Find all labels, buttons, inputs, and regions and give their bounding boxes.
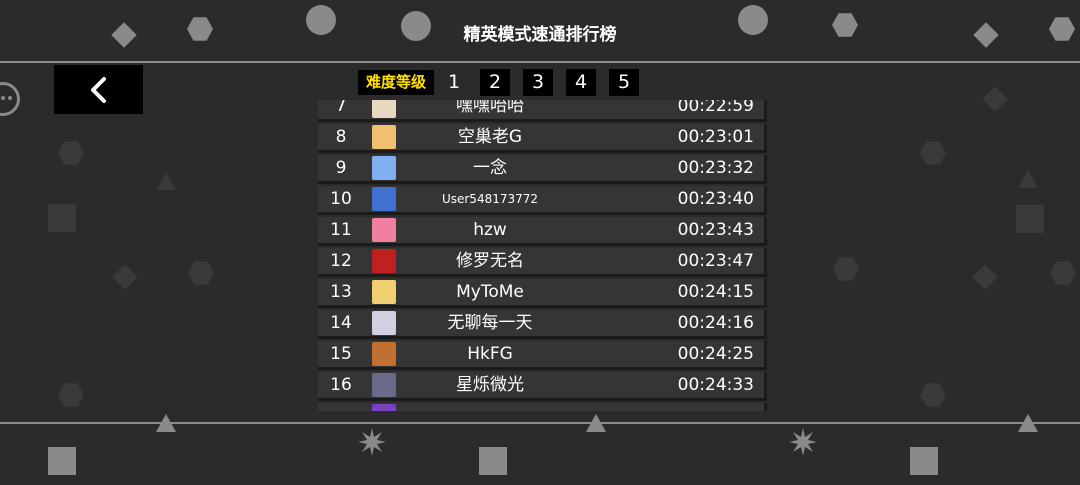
clear-time: 00:23:01 [677, 127, 754, 147]
rank: 9 [335, 158, 347, 178]
decor-hexagon [920, 141, 946, 165]
decor-star [789, 428, 817, 456]
avatar [372, 249, 396, 273]
decor-diamond [982, 86, 1008, 112]
avatar [372, 311, 396, 335]
decor-square [910, 447, 938, 475]
avatar [372, 280, 396, 304]
level-tab-2[interactable]: 2 [480, 69, 510, 96]
player-name: 空巢老G [457, 127, 523, 147]
player-name: HkFG [467, 344, 513, 364]
leaderboard-row: 10 User548173772 00:23:40 [318, 186, 767, 215]
leaderboard-row [318, 403, 767, 411]
decor-triangle [1018, 170, 1038, 188]
leaderboard-row: 14 无聊每一天 00:24:16 [318, 310, 767, 339]
decor-triangle [156, 414, 176, 432]
level-tab-3[interactable]: 3 [523, 69, 553, 96]
clear-time: 00:23:47 [677, 251, 754, 271]
level-tab-1[interactable]: 1 [439, 69, 469, 96]
clear-time: 00:24:16 [677, 313, 754, 333]
leaderboard-row: 16 星烁微光 00:24:33 [318, 372, 767, 401]
rank: 8 [335, 127, 347, 147]
avatar [372, 187, 396, 211]
clear-time: 00:23:40 [677, 189, 754, 209]
decor-square [48, 447, 76, 475]
leaderboard-row: 7 嘿嘿咍咍 00:22:59 [318, 100, 767, 122]
avatar [372, 156, 396, 180]
chat-bubble-icon[interactable] [0, 82, 20, 116]
decor-star [358, 428, 386, 456]
decor-hexagon [58, 141, 84, 165]
rank: 12 [330, 251, 352, 271]
rank: 14 [330, 313, 352, 333]
rank: 15 [330, 344, 352, 364]
decor-hexagon [58, 383, 84, 407]
page-title: 精英模式速通排行榜 [463, 25, 617, 45]
decor-square [479, 447, 507, 475]
decor-hexagon [920, 383, 946, 407]
leaderboard-row: 13 MyToMe 00:24:15 [318, 279, 767, 308]
level-tab-4[interactable]: 4 [566, 69, 596, 96]
avatar [372, 404, 396, 411]
leaderboard-row: 15 HkFG 00:24:25 [318, 341, 767, 370]
player-name: hzw [473, 220, 507, 240]
rank: 16 [330, 375, 352, 395]
decor-triangle [1018, 414, 1038, 432]
leaderboard-row: 8 空巢老G 00:23:01 [318, 124, 767, 153]
chevron-left-icon [90, 76, 106, 103]
rank: 11 [330, 220, 352, 240]
clear-time: 00:23:32 [677, 158, 754, 178]
decor-square [1016, 205, 1044, 233]
decor-hexagon [1050, 261, 1076, 285]
decor-triangle [156, 172, 176, 190]
leaderboard-row: 11 hzw 00:23:43 [318, 217, 767, 246]
player-name: MyToMe [456, 282, 524, 302]
clear-time: 00:24:33 [677, 375, 754, 395]
player-name: 嘿嘿咍咍 [456, 100, 524, 116]
decor-diamond [972, 264, 998, 290]
level-tab-5[interactable]: 5 [609, 69, 639, 96]
player-name: User548173772 [441, 192, 539, 206]
player-name: 修罗无名 [456, 251, 524, 271]
difficulty-label: 难度等级 [358, 70, 434, 95]
clear-time: 00:23:43 [677, 220, 754, 240]
player-name: 无聊每一天 [447, 313, 533, 333]
rank: 10 [330, 189, 352, 209]
avatar [372, 373, 396, 397]
decor-hexagon [188, 261, 214, 285]
player-name: 星烁微光 [456, 375, 524, 395]
clear-time: 00:24:25 [677, 344, 754, 364]
avatar [372, 342, 396, 366]
top-divider [0, 61, 1080, 63]
decor-diamond [112, 264, 138, 290]
clear-time: 00:24:15 [677, 282, 754, 302]
player-name: 一念 [473, 158, 507, 178]
rank: 13 [330, 282, 352, 302]
leaderboard-row: 12 修罗无名 00:23:47 [318, 248, 767, 277]
avatar [372, 218, 396, 242]
decor-triangle [586, 414, 606, 432]
avatar [372, 125, 396, 149]
leaderboard-row: 9 一念 00:23:32 [318, 155, 767, 184]
rank: 7 [335, 100, 347, 116]
avatar [372, 100, 396, 118]
clear-time: 00:22:59 [677, 100, 754, 116]
back-button[interactable] [54, 65, 143, 114]
decor-hexagon [833, 257, 859, 281]
leaderboard-list[interactable]: 7 嘿嘿咍咍 00:22:59 8 空巢老G 00:23:01 9 一念 00:… [316, 100, 768, 411]
decor-square [48, 204, 76, 232]
